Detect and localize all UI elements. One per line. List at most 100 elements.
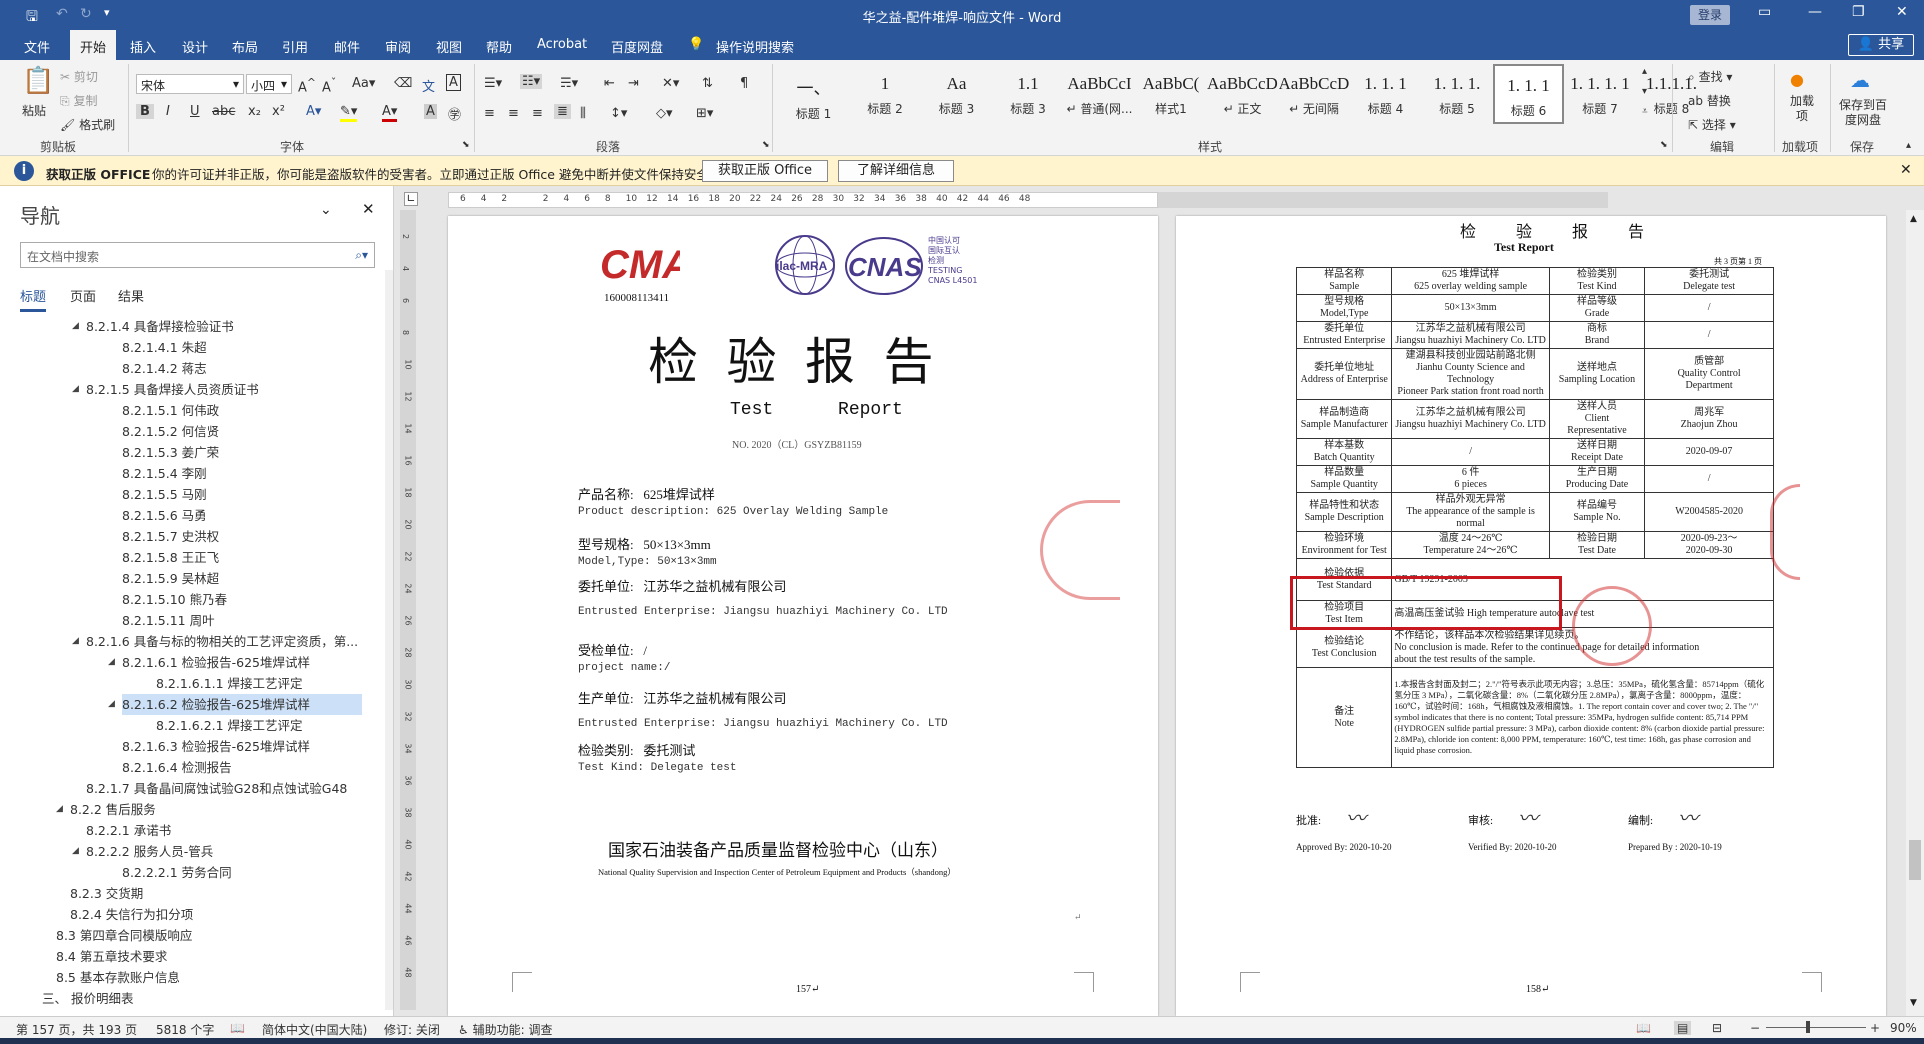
strikethrough-icon[interactable]: abc (212, 104, 235, 119)
underline-icon[interactable]: U (190, 104, 200, 119)
nav-scrollbar[interactable] (385, 270, 393, 1010)
nav-heading-item[interactable]: 8.2.1.5.4 李刚 (122, 463, 207, 484)
font-size-select[interactable]: 小四 ▾ (246, 74, 292, 94)
copy-button[interactable]: ⎘ 复制 (60, 92, 97, 109)
char-border-icon[interactable]: A (446, 74, 461, 91)
ribbon-display-icon[interactable]: ▭ (1758, 4, 1771, 20)
text-effects-icon[interactable]: A▾ (306, 104, 321, 119)
close-icon[interactable]: ✕ (362, 200, 375, 218)
style-item[interactable]: 1.1 标题 3 (993, 64, 1064, 124)
paste-label[interactable]: 粘贴 (22, 102, 46, 119)
read-mode-icon[interactable]: 📖 (1636, 1021, 1651, 1035)
grow-font-icon[interactable]: A^ (298, 76, 316, 95)
font-color-icon[interactable]: A▾ (382, 104, 398, 122)
addins-button[interactable]: 加载项 (1790, 94, 1814, 124)
nav-heading-item[interactable]: 8.2.1.4 具备焊接检验证书 (86, 316, 234, 337)
nav-heading-item[interactable]: 8.2.1.6.2.1 焊接工艺评定 (156, 715, 303, 736)
bullets-icon[interactable]: ☰▾ (484, 76, 502, 91)
zoom-in-icon[interactable]: + (1870, 1021, 1880, 1035)
nav-heading-item[interactable]: 8.2.3 交货期 (70, 883, 143, 904)
nav-heading-item[interactable]: 8.2.1.5.5 马刚 (122, 484, 207, 505)
nav-heading-item[interactable]: 8.2.2.2.1 劳务合同 (122, 862, 232, 883)
expand-collapse-icon[interactable]: ◢ (108, 652, 115, 673)
align-right-icon[interactable]: ≡ (532, 106, 543, 121)
show-marks-icon[interactable]: ¶ (740, 76, 748, 91)
minimize-icon[interactable]: — (1808, 4, 1822, 20)
page-indicator[interactable]: 第 157 页，共 193 页 (16, 1021, 137, 1038)
style-item[interactable]: AaBbC(样式1 (1136, 64, 1207, 124)
get-genuine-button[interactable]: 获取正版 Office (702, 160, 828, 182)
char-shading-icon[interactable]: A (424, 104, 437, 119)
zoom-slider[interactable] (1766, 1027, 1866, 1028)
multilevel-list-icon[interactable]: ☴▾ (560, 76, 578, 91)
styles-dialog-launcher-icon[interactable]: ⬊ (1660, 140, 1668, 150)
nav-heading-item[interactable]: 8.2.1.5.7 史洪权 (122, 526, 219, 547)
close-window-icon[interactable]: ✕ (1896, 4, 1908, 20)
tab-results[interactable]: 结果 (118, 286, 144, 305)
expand-collapse-icon[interactable]: ◢ (72, 379, 79, 400)
line-spacing-icon[interactable]: ↕▾ (610, 106, 627, 121)
gallery-down-icon[interactable]: ▾ (1642, 86, 1647, 97)
expand-collapse-icon[interactable]: ◢ (72, 316, 79, 337)
tab-review[interactable]: 审阅 (385, 37, 411, 56)
proofing-icon[interactable]: 📖 (230, 1021, 245, 1035)
tab-baidu[interactable]: 百度网盘 (611, 37, 663, 56)
login-button[interactable]: 登录 (1690, 5, 1730, 25)
gallery-up-icon[interactable]: ▴ (1642, 66, 1647, 77)
nav-heading-item[interactable]: 8.2.1.5.9 吴林超 (122, 568, 219, 589)
nav-heading-item[interactable]: 8.2.1.5 具备焊接人员资质证书 (86, 379, 259, 400)
style-item[interactable]: 1. 1. 1. 标题 5 (1422, 64, 1493, 124)
nav-heading-item[interactable]: 8.2.1.6.1 检验报告-625堆焊试样 (122, 652, 310, 673)
collapse-ribbon-icon[interactable]: ▴ (1906, 140, 1911, 151)
close-icon[interactable]: ✕ (1900, 162, 1912, 178)
restore-icon[interactable]: ❐ (1852, 4, 1865, 20)
style-item[interactable]: 一、 标题 1 (778, 64, 849, 124)
nav-heading-item[interactable]: 8.4 第五章技术要求 (56, 946, 167, 967)
style-item[interactable]: 1. 1. 1 标题 6 (1493, 64, 1564, 124)
tab-selector[interactable]: ∟ (404, 192, 418, 206)
addin-icon[interactable]: ● (1790, 70, 1804, 89)
paste-icon[interactable]: 📋 (22, 66, 54, 96)
nav-heading-item[interactable]: 8.5 基本存款账户信息 (56, 967, 180, 988)
scroll-up-icon[interactable]: ▲ (1910, 214, 1917, 224)
tab-help[interactable]: 帮助 (486, 37, 512, 56)
gallery-more-icon[interactable]: ⩡ (1642, 106, 1648, 117)
tab-home[interactable]: 开始 (70, 30, 117, 60)
tab-mailings[interactable]: 邮件 (334, 37, 360, 56)
sort-icon[interactable]: ⇅ (702, 76, 713, 91)
expand-collapse-icon[interactable]: ◢ (72, 841, 79, 862)
nav-heading-item[interactable]: 8.2.1.7 具备晶间腐蚀试验G28和点蚀试验G48 (86, 778, 347, 799)
nav-heading-item[interactable]: 8.2.1.5.3 姜广荣 (122, 442, 219, 463)
accessibility-status[interactable]: ♿ 辅助功能: 调查 (458, 1021, 552, 1038)
superscript-icon[interactable]: x² (272, 104, 285, 119)
scroll-down-icon[interactable]: ▼ (1910, 998, 1917, 1008)
nav-search-input[interactable]: 在文档中搜索 ⌕▾ (20, 242, 375, 268)
style-item[interactable]: 1 标题 2 (850, 64, 921, 124)
expand-collapse-icon[interactable]: ◢ (108, 694, 115, 715)
nav-heading-item[interactable]: 8.2.1.5.2 何信贤 (122, 421, 219, 442)
format-painter-button[interactable]: 🖌 格式刷 (60, 116, 115, 133)
decrease-indent-icon[interactable]: ⇤ (604, 76, 615, 91)
vertical-scrollbar[interactable]: ▲ ▼ (1906, 210, 1924, 1016)
nav-heading-item[interactable]: 8.2.2 售后服务 (70, 799, 156, 820)
scroll-thumb[interactable] (1909, 840, 1921, 880)
align-center-icon[interactable]: ≡ (508, 106, 519, 121)
tab-design[interactable]: 设计 (182, 37, 208, 56)
learn-more-button[interactable]: 了解详细信息 (838, 160, 954, 182)
select-button[interactable]: ⇱ 选择 ▾ (1688, 116, 1736, 133)
nav-heading-item[interactable]: 三、 报价明细表 (42, 988, 133, 1009)
bold-icon[interactable]: B (136, 104, 154, 119)
zoom-level[interactable]: 90% (1890, 1021, 1917, 1035)
expand-collapse-icon[interactable]: ◢ (56, 799, 63, 820)
paragraph-dialog-launcher-icon[interactable]: ⬊ (762, 140, 770, 150)
font-dialog-launcher-icon[interactable]: ⬊ (462, 140, 470, 150)
clear-format-icon[interactable]: ⌫ (394, 76, 412, 91)
chinese-layout-icon[interactable]: ✕▾ (662, 76, 679, 91)
nav-heading-item[interactable]: 8.2.1.6.2 检验报告-625堆焊试样 (122, 694, 362, 715)
highlight-icon[interactable]: ✎▾ (340, 104, 358, 122)
nav-heading-item[interactable]: 8.2.1.6.1.1 焊接工艺评定 (156, 673, 303, 694)
nav-heading-item[interactable]: 8.2.1.6.3 检验报告-625堆焊试样 (122, 736, 310, 757)
language[interactable]: 简体中文(中国大陆) (262, 1021, 367, 1038)
share-button[interactable]: 👤 共享 (1848, 34, 1914, 56)
nav-heading-item[interactable]: 8.3 第四章合同模版响应 (56, 925, 192, 946)
